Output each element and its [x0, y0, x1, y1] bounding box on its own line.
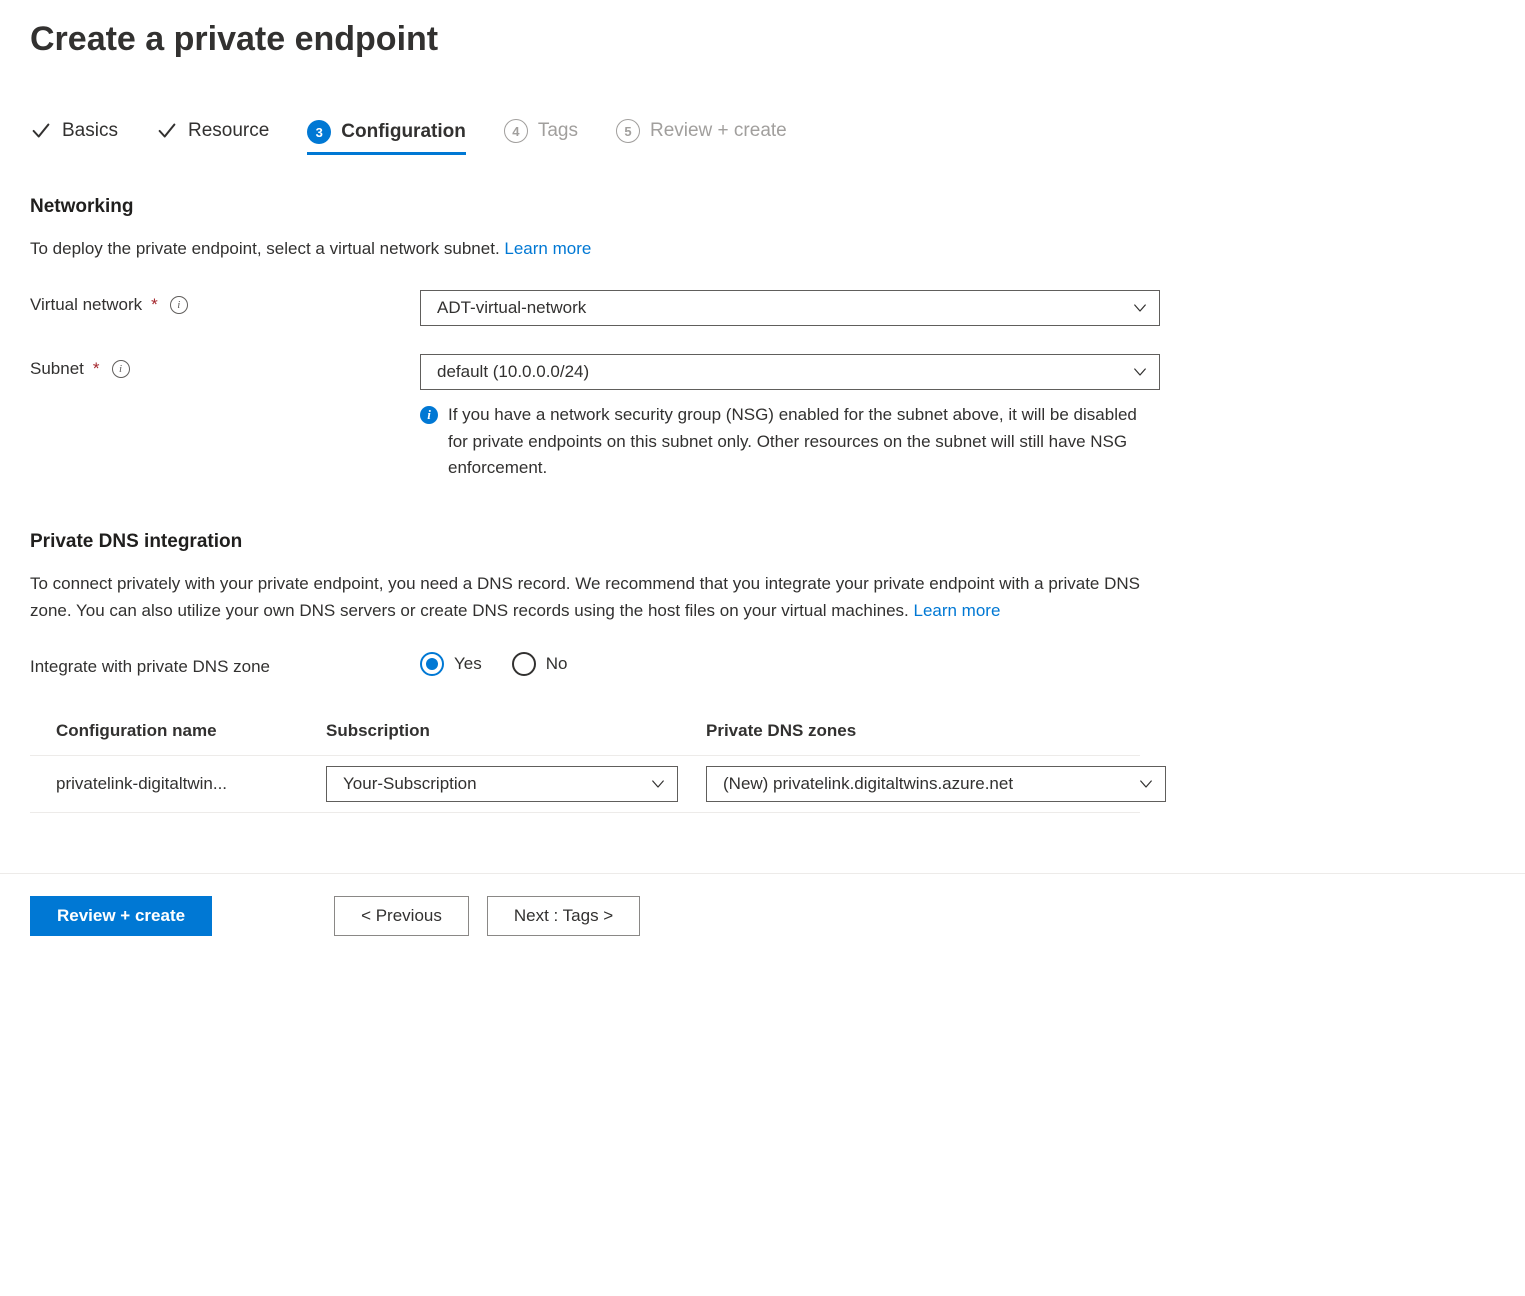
- networking-heading: Networking: [30, 196, 1495, 218]
- required-asterisk-icon: *: [93, 359, 100, 379]
- column-header-config-name: Configuration name: [56, 721, 326, 741]
- chevron-down-icon: [1131, 299, 1149, 317]
- subnet-label-text: Subnet: [30, 359, 84, 379]
- chevron-down-icon: [649, 775, 667, 793]
- tab-configuration-label: Configuration: [341, 121, 466, 143]
- info-icon[interactable]: i: [170, 296, 188, 314]
- wizard-footer: Review + create < Previous Next : Tags >: [0, 873, 1525, 956]
- previous-button[interactable]: < Previous: [334, 896, 469, 936]
- dns-zone-select[interactable]: (New) privatelink.digitaltwins.azure.net: [706, 766, 1166, 802]
- check-icon: [156, 120, 178, 142]
- tab-resource[interactable]: Resource: [156, 120, 269, 155]
- dns-learn-more-link[interactable]: Learn more: [913, 601, 1000, 620]
- info-solid-icon: i: [420, 406, 438, 424]
- integrate-dns-radio-group: Yes No: [420, 652, 1160, 676]
- virtual-network-label-text: Virtual network: [30, 295, 142, 315]
- step-tabs: Basics Resource 3 Configuration 4 Tags 5…: [30, 119, 1495, 156]
- step-number-icon: 4: [504, 119, 528, 143]
- tab-basics[interactable]: Basics: [30, 120, 118, 155]
- integrate-dns-label: Integrate with private DNS zone: [30, 652, 420, 677]
- chevron-down-icon: [1131, 363, 1149, 381]
- review-create-button[interactable]: Review + create: [30, 896, 212, 936]
- radio-yes[interactable]: Yes: [420, 652, 482, 676]
- tab-review-create[interactable]: 5 Review + create: [616, 119, 787, 156]
- column-header-dns-zones: Private DNS zones: [706, 721, 1176, 741]
- column-header-subscription: Subscription: [326, 721, 706, 741]
- required-asterisk-icon: *: [151, 295, 158, 315]
- table-row: privatelink-digitaltwin... Your-Subscrip…: [30, 756, 1140, 813]
- tab-tags-label: Tags: [538, 120, 578, 142]
- chevron-down-icon: [1137, 775, 1155, 793]
- nsg-info-note: i If you have a network security group (…: [420, 402, 1160, 481]
- step-number-icon: 3: [307, 120, 331, 144]
- table-header-row: Configuration name Subscription Private …: [30, 711, 1140, 756]
- dns-config-table: Configuration name Subscription Private …: [30, 711, 1140, 813]
- virtual-network-value: ADT-virtual-network: [437, 298, 586, 318]
- nsg-info-text: If you have a network security group (NS…: [448, 402, 1160, 481]
- info-icon[interactable]: i: [112, 360, 130, 378]
- config-name-cell: privatelink-digitaltwin...: [56, 774, 326, 794]
- virtual-network-select[interactable]: ADT-virtual-network: [420, 290, 1160, 326]
- subnet-value: default (10.0.0.0/24): [437, 362, 589, 382]
- subscription-value: Your-Subscription: [343, 774, 477, 794]
- radio-no[interactable]: No: [512, 652, 568, 676]
- radio-yes-label: Yes: [454, 654, 482, 674]
- subscription-select[interactable]: Your-Subscription: [326, 766, 678, 802]
- tab-tags[interactable]: 4 Tags: [504, 119, 578, 156]
- subnet-label: Subnet * i: [30, 354, 420, 379]
- step-number-icon: 5: [616, 119, 640, 143]
- radio-unselected-icon: [512, 652, 536, 676]
- networking-description-text: To deploy the private endpoint, select a…: [30, 239, 504, 258]
- tab-review-create-label: Review + create: [650, 120, 787, 142]
- next-button[interactable]: Next : Tags >: [487, 896, 640, 936]
- tab-configuration[interactable]: 3 Configuration: [307, 120, 466, 155]
- networking-learn-more-link[interactable]: Learn more: [504, 239, 591, 258]
- tab-basics-label: Basics: [62, 120, 118, 142]
- virtual-network-label: Virtual network * i: [30, 290, 420, 315]
- dns-heading: Private DNS integration: [30, 531, 1495, 553]
- networking-description: To deploy the private endpoint, select a…: [30, 236, 1160, 262]
- radio-no-label: No: [546, 654, 568, 674]
- subnet-select[interactable]: default (10.0.0.0/24): [420, 354, 1160, 390]
- check-icon: [30, 120, 52, 142]
- page-title: Create a private endpoint: [30, 20, 1495, 59]
- dns-description: To connect privately with your private e…: [30, 571, 1160, 624]
- radio-selected-icon: [420, 652, 444, 676]
- tab-resource-label: Resource: [188, 120, 269, 142]
- dns-zone-value: (New) privatelink.digitaltwins.azure.net: [723, 774, 1013, 794]
